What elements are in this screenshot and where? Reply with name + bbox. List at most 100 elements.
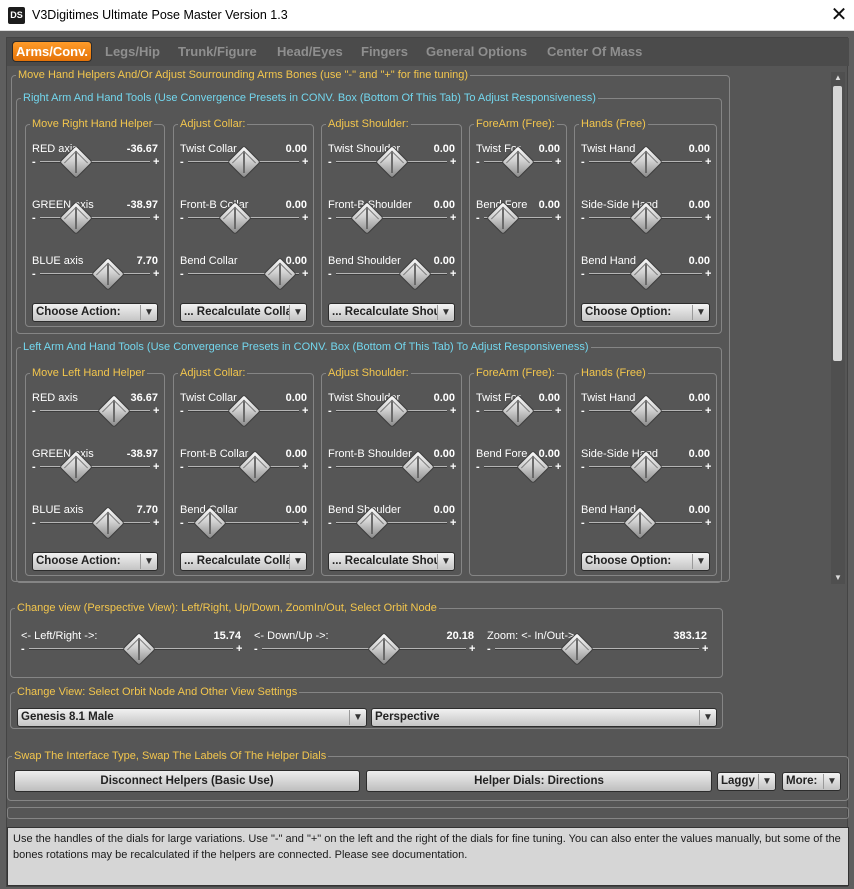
left-hands-dial-2-plus-button[interactable]: + [705,462,711,473]
view-dial-3-minus-button[interactable]: - [487,644,491,655]
helper-dials-button[interactable]: Helper Dials: Directions [366,770,712,792]
right-helper-select[interactable]: Choose Action: ▼ [32,303,158,322]
view-dial-2-value[interactable]: 20.18 [414,630,474,642]
right-helper-dial-2-slider-track[interactable] [40,217,150,219]
right-helper-dial-2-plus-button[interactable]: + [153,213,159,224]
left-shoulder-dial-1-value[interactable]: 0.00 [395,392,455,404]
right-collar-dial-2-minus-button[interactable]: - [180,213,184,224]
left-forearm-dial-1-minus-button[interactable]: - [476,406,480,417]
right-helper-dial-2-minus-button[interactable]: - [32,213,36,224]
right-shoulder-dial-3-value[interactable]: 0.00 [395,255,455,267]
left-helper-dial-2-slider-track[interactable] [40,466,150,468]
left-shoulder-dial-2-plus-button[interactable]: + [450,462,456,473]
left-shoulder-dial-3-value[interactable]: 0.00 [395,504,455,516]
laggy-select[interactable]: Laggy ▼ [717,772,776,791]
left-helper-dial-1-minus-button[interactable]: - [32,406,36,417]
left-forearm-dial-1-plus-button[interactable]: + [555,406,561,417]
right-collar-dial-3-plus-button[interactable]: + [302,269,308,280]
right-forearm-dial-2-minus-button[interactable]: - [476,213,480,224]
right-helper-dial-3-minus-button[interactable]: - [32,269,36,280]
left-forearm-dial-2-minus-button[interactable]: - [476,462,480,473]
left-shoulder-dial-3-slider-track[interactable] [336,522,447,524]
left-hands-dial-2-value[interactable]: 0.00 [650,448,710,460]
tab-legs-hip[interactable]: Legs/Hip [105,44,160,59]
left-helper-dial-2-plus-button[interactable]: + [153,462,159,473]
view-dial-2-plus-button[interactable]: + [469,644,475,655]
right-collar-dial-1-minus-button[interactable]: - [180,157,184,168]
close-button[interactable]: ✕ [824,1,854,29]
arms-scrollbar[interactable]: ▲ ▼ [831,72,845,584]
tab-trunk-figure[interactable]: Trunk/Figure [178,44,257,59]
right-collar-dial-2-plus-button[interactable]: + [302,213,308,224]
orbit-node-select[interactable]: Genesis 8.1 Male ▼ [17,708,367,727]
right-hands-dial-3-plus-button[interactable]: + [705,269,711,280]
tab-head-eyes[interactable]: Head/Eyes [277,44,343,59]
right-shoulder-dial-3-minus-button[interactable]: - [328,269,332,280]
right-hands-dial-1-value[interactable]: 0.00 [650,143,710,155]
view-dial-1-value[interactable]: 15.74 [181,630,241,642]
left-hands-dial-3-value[interactable]: 0.00 [650,504,710,516]
right-helper-dial-1-value[interactable]: -36.67 [98,143,158,155]
right-shoulder-dial-2-plus-button[interactable]: + [450,213,456,224]
scroll-thumb[interactable] [833,86,842,361]
right-helper-dial-2-value[interactable]: -38.97 [98,199,158,211]
left-shoulder-dial-3-minus-button[interactable]: - [328,518,332,529]
left-collar-dial-3-value[interactable]: 0.00 [247,504,307,516]
left-shoulder-dial-2-minus-button[interactable]: - [328,462,332,473]
right-hands-dial-1-plus-button[interactable]: + [705,157,711,168]
view-dial-3-value[interactable]: 383.12 [647,630,707,642]
left-hands-dial-1-value[interactable]: 0.00 [650,392,710,404]
more-select[interactable]: More: ▼ [782,772,841,791]
left-hands-select[interactable]: Choose Option: ▼ [581,552,710,571]
tab-center-of-mass[interactable]: Center Of Mass [547,44,642,59]
right-forearm-dial-1-minus-button[interactable]: - [476,157,480,168]
disconnect-helpers-button[interactable]: Disconnect Helpers (Basic Use) [14,770,360,792]
left-helper-select[interactable]: Choose Action: ▼ [32,552,158,571]
left-forearm-dial-2-plus-button[interactable]: + [555,462,561,473]
right-collar-dial-2-value[interactable]: 0.00 [247,199,307,211]
left-helper-dial-2-value[interactable]: -38.97 [98,448,158,460]
view-dial-3-slider-track[interactable] [495,648,699,650]
scroll-down-icon[interactable]: ▼ [831,572,845,584]
left-collar-dial-3-minus-button[interactable]: - [180,518,184,529]
left-hands-dial-1-plus-button[interactable]: + [705,406,711,417]
right-forearm-dial-2-plus-button[interactable]: + [555,213,561,224]
left-shoulder-select[interactable]: ... Recalculate Shoul ▼ [328,552,455,571]
left-collar-dial-1-value[interactable]: 0.00 [247,392,307,404]
camera-select[interactable]: Perspective ▼ [371,708,717,727]
right-collar-dial-1-plus-button[interactable]: + [302,157,308,168]
right-shoulder-dial-3-plus-button[interactable]: + [450,269,456,280]
right-shoulder-select[interactable]: ... Recalculate Shoul ▼ [328,303,455,322]
left-hands-dial-2-minus-button[interactable]: - [581,462,585,473]
right-hands-dial-3-value[interactable]: 0.00 [650,255,710,267]
right-shoulder-dial-1-minus-button[interactable]: - [328,157,332,168]
left-helper-dial-2-minus-button[interactable]: - [32,462,36,473]
right-hands-select[interactable]: Choose Option: ▼ [581,303,710,322]
right-hands-dial-3-minus-button[interactable]: - [581,269,585,280]
right-shoulder-dial-2-value[interactable]: 0.00 [395,199,455,211]
right-shoulder-dial-1-value[interactable]: 0.00 [395,143,455,155]
right-shoulder-dial-2-minus-button[interactable]: - [328,213,332,224]
right-forearm-dial-1-plus-button[interactable]: + [555,157,561,168]
left-helper-dial-3-minus-button[interactable]: - [32,518,36,529]
right-helper-dial-1-minus-button[interactable]: - [32,157,36,168]
left-collar-dial-2-plus-button[interactable]: + [302,462,308,473]
right-hands-dial-1-minus-button[interactable]: - [581,157,585,168]
right-hands-dial-2-plus-button[interactable]: + [705,213,711,224]
left-shoulder-dial-1-minus-button[interactable]: - [328,406,332,417]
view-dial-3-plus-button[interactable]: + [702,644,708,655]
right-helper-dial-1-plus-button[interactable]: + [153,157,159,168]
tab-fingers[interactable]: Fingers [361,44,408,59]
view-dial-1-plus-button[interactable]: + [236,644,242,655]
left-collar-dial-1-plus-button[interactable]: + [302,406,308,417]
left-shoulder-dial-3-plus-button[interactable]: + [450,518,456,529]
right-collar-select[interactable]: ... Recalculate Colla ▼ [180,303,307,322]
right-helper-dial-1-slider-track[interactable] [40,161,150,163]
right-collar-dial-3-minus-button[interactable]: - [180,269,184,280]
view-dial-1-minus-button[interactable]: - [21,644,25,655]
tab-general-options[interactable]: General Options [426,44,527,59]
left-helper-dial-1-slider-track[interactable] [40,410,150,412]
right-helper-dial-3-plus-button[interactable]: + [153,269,159,280]
scroll-up-icon[interactable]: ▲ [831,72,845,84]
right-shoulder-dial-1-plus-button[interactable]: + [450,157,456,168]
